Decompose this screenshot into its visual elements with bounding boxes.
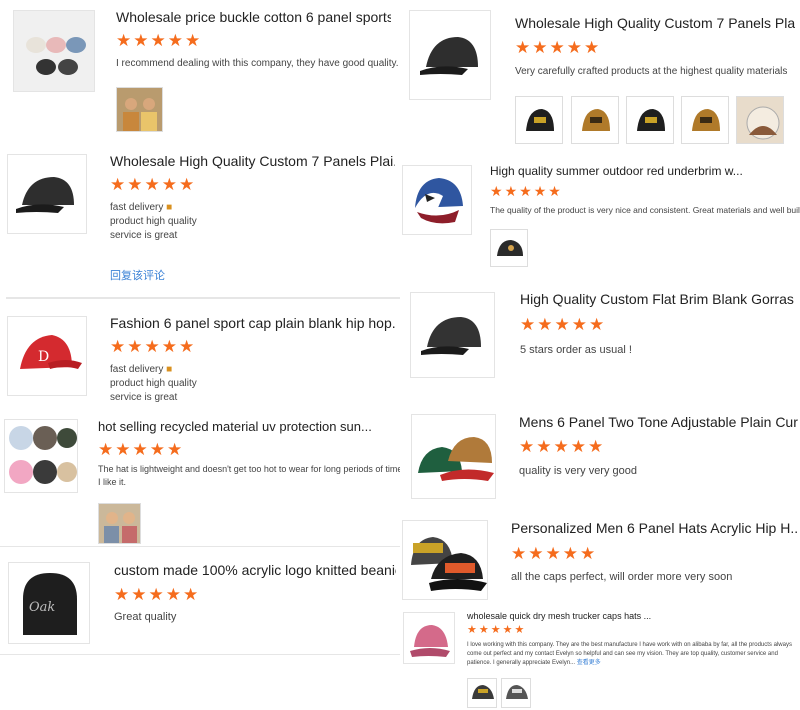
product-thumbnail[interactable] [409, 10, 491, 100]
product-title[interactable]: High quality summer outdoor red underbri… [490, 164, 795, 178]
product-thumbnail[interactable]: D [7, 316, 87, 396]
product-title[interactable]: Mens 6 Panel Two Tone Adjustable Plain C… [519, 414, 798, 430]
review-photo[interactable] [571, 96, 619, 144]
review-card: Wholesale High Quality Custom 7 Panels P… [0, 148, 400, 296]
two-tone-caps-image [418, 437, 494, 481]
review-text: The quality of the product is very nice … [490, 205, 800, 215]
rating-stars: ★ ★ ★ ★ ★ [490, 183, 561, 199]
review-text: quality is very very good [519, 465, 637, 477]
product-title[interactable]: wholesale quick dry mesh trucker caps ha… [467, 611, 793, 621]
review-text: Great quality [114, 611, 177, 623]
review-text-line: service is great [110, 230, 178, 241]
review-text: Very carefully crafted products at the h… [515, 66, 788, 77]
review-text-line: fast delivery ■ [110, 364, 173, 375]
review-photo[interactable] [515, 96, 563, 144]
product-thumbnail[interactable] [13, 10, 95, 92]
review-text-line: product high quality [110, 378, 197, 389]
package-icon: ■ [166, 202, 173, 213]
review-card: D Fashion 6 panel sport cap plain blank … [0, 310, 400, 410]
product-thumbnail[interactable] [4, 419, 78, 493]
product-thumbnail[interactable] [402, 165, 472, 235]
review-photo[interactable] [98, 503, 141, 544]
product-thumbnail[interactable] [403, 612, 455, 664]
product-title[interactable]: custom made 100% acrylic logo knitted be… [114, 562, 396, 578]
pink-cap-image [410, 625, 450, 657]
rating-stars: ★ ★ ★ ★ ★ [515, 38, 600, 57]
rating-stars: ★ ★ ★ ★ ★ [110, 175, 195, 194]
review-photo[interactable] [467, 678, 497, 708]
product-title[interactable]: Wholesale High Quality Custom 7 Panels P… [110, 153, 395, 169]
divider [6, 297, 400, 299]
review-photo[interactable] [116, 87, 163, 132]
see-more-link[interactable]: 查看更多 [577, 660, 601, 666]
product-thumbnail[interactable] [410, 292, 495, 378]
trucker-cap-image [415, 178, 463, 224]
black-cap-image [16, 177, 74, 213]
review-photo[interactable] [626, 96, 674, 144]
rating-stars: ★ ★ ★ ★ ★ [98, 440, 183, 459]
review-card: High quality summer outdoor red underbri… [400, 158, 800, 272]
snapback-caps-image [411, 537, 487, 591]
review-text-line: service is great [110, 392, 178, 403]
red-cap-image: D [20, 335, 82, 369]
review-photo[interactable] [681, 96, 729, 144]
product-thumbnail[interactable] [411, 414, 496, 499]
rating-stars: ★ ★ ★ ★ ★ [110, 337, 195, 356]
rating-stars: ★ ★ ★ ★ ★ [114, 585, 199, 604]
review-text-line: product high quality [110, 216, 197, 227]
product-title[interactable]: Wholesale price buckle cotton 6 panel sp… [116, 9, 391, 25]
rating-stars: ★ ★ ★ ★ ★ [467, 624, 525, 636]
review-card: hot selling recycled material uv protect… [0, 414, 400, 546]
black-cap-image [421, 317, 481, 355]
review-card: Oak custom made 100% acrylic logo knitte… [0, 554, 400, 654]
review-photo[interactable] [490, 229, 528, 267]
review-text: I love working with this company. They a… [467, 642, 792, 666]
review-text: I recommend dealing with this company, t… [116, 58, 399, 69]
review-text-line: The hat is lightweight and doesn't get t… [98, 464, 400, 474]
product-title[interactable]: Wholesale High Quality Custom 7 Panels P… [515, 15, 795, 31]
product-title[interactable]: Personalized Men 6 Panel Hats Acrylic Hi… [511, 520, 798, 536]
rating-stars: ★ ★ ★ ★ ★ [519, 437, 604, 456]
review-text: all the caps perfect, will order more ve… [511, 571, 733, 583]
review-card: High Quality Custom Flat Brim Blank Gorr… [400, 284, 800, 394]
divider [0, 546, 400, 547]
review-text-line: I like it. [98, 477, 127, 487]
product-thumbnail[interactable]: Oak [8, 562, 90, 644]
divider [0, 654, 400, 655]
rating-stars: ★ ★ ★ ★ ★ [116, 31, 201, 50]
package-icon: ■ [166, 364, 173, 375]
product-title[interactable]: Fashion 6 panel sport cap plain blank hi… [110, 315, 395, 331]
review-card: Wholesale High Quality Custom 7 Panels P… [400, 0, 800, 152]
rating-stars: ★ ★ ★ ★ ★ [520, 315, 605, 334]
black-cap-image [420, 37, 478, 75]
product-title[interactable]: High Quality Custom Flat Brim Blank Gorr… [520, 291, 798, 307]
review-photo[interactable] [501, 678, 531, 708]
product-title[interactable]: hot selling recycled material uv protect… [98, 419, 395, 434]
svg-text:D: D [38, 349, 49, 365]
product-thumbnail[interactable] [402, 520, 488, 600]
caps-set-image [26, 37, 86, 75]
review-card: Mens 6 Panel Two Tone Adjustable Plain C… [400, 408, 800, 502]
reply-link[interactable]: 回复该评论 [110, 267, 165, 283]
beanie-image: Oak [23, 573, 77, 635]
review-text: 5 stars order as usual ! [520, 344, 632, 356]
product-thumbnail[interactable] [7, 154, 87, 234]
review-text-line: fast delivery ■ [110, 202, 173, 213]
review-card: Personalized Men 6 Panel Hats Acrylic Hi… [400, 514, 800, 604]
review-photo[interactable] [736, 96, 784, 144]
review-card: wholesale quick dry mesh trucker caps ha… [400, 606, 800, 710]
sun-hats-image [9, 426, 77, 484]
review-card: Wholesale price buckle cotton 6 panel sp… [0, 0, 400, 140]
rating-stars: ★ ★ ★ ★ ★ [511, 544, 596, 563]
svg-text:Oak: Oak [29, 600, 55, 615]
